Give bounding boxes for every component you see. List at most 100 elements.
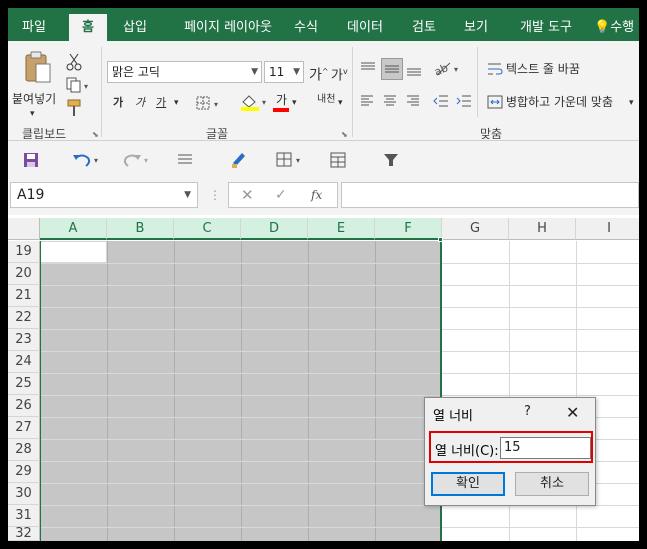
row-header-24[interactable]: 24 (8, 351, 40, 373)
row-header-20[interactable]: 20 (8, 263, 40, 285)
dialog-launcher-icon[interactable]: ⬊ (341, 130, 348, 139)
copy-icon[interactable]: ▾ (66, 77, 92, 96)
redo-icon[interactable]: ▾ (122, 152, 152, 171)
merge-center-icon[interactable] (487, 95, 503, 112)
select-all-corner[interactable] (8, 218, 40, 240)
row-header-31[interactable]: 31 (8, 505, 40, 527)
row-header-22[interactable]: 22 (8, 307, 40, 329)
tab-review[interactable]: 검토 (404, 14, 444, 41)
row-header-28[interactable]: 28 (8, 439, 40, 461)
undo-icon[interactable]: ▾ (72, 152, 102, 171)
tab-page-layout[interactable]: 페이지 레이아웃 (168, 14, 288, 41)
merge-center-button[interactable]: 병합하고 가운데 맞춤 (506, 93, 613, 111)
row-header-21[interactable]: 21 (8, 285, 40, 307)
formula-input[interactable] (341, 182, 639, 208)
table-icon[interactable] (330, 152, 346, 171)
group-separator (352, 47, 353, 137)
row-header-23[interactable]: 23 (8, 329, 40, 351)
column-header-g[interactable]: G (442, 218, 509, 240)
tab-formulas[interactable]: 수식 (286, 14, 326, 41)
column-header-f[interactable]: F (375, 218, 442, 240)
fill-handle[interactable] (438, 237, 443, 242)
row-header-19[interactable]: 19 (8, 241, 40, 263)
cancel-entry-icon[interactable]: ✕ (241, 186, 254, 204)
tab-home[interactable]: 홈 (69, 14, 107, 41)
column-header-e[interactable]: E (308, 218, 375, 240)
column-width-label: 열 너비(C): (435, 444, 499, 459)
row-header-27[interactable]: 27 (8, 417, 40, 439)
column-header-h[interactable]: H (509, 218, 576, 240)
save-icon[interactable] (23, 152, 39, 171)
align-left-icon[interactable] (360, 95, 374, 110)
align-icon[interactable] (177, 153, 193, 170)
font-size-combobox[interactable]: 11 ▼ (264, 61, 304, 83)
column-header-i[interactable]: I (576, 218, 639, 240)
column-header-d[interactable]: D (241, 218, 308, 240)
borders-icon[interactable]: ▾ (276, 152, 306, 171)
column-width-input[interactable]: 15 (500, 437, 591, 459)
column-header-a[interactable]: A (40, 218, 107, 240)
help-button[interactable]: ? (524, 404, 531, 419)
align-center-icon[interactable] (383, 95, 397, 110)
tab-insert[interactable]: 삽입 (115, 14, 155, 41)
svg-text:▾: ▾ (214, 100, 218, 109)
highlight-box: 열 너비(C): 15 (429, 431, 593, 463)
underline-button[interactable]: 가 (156, 94, 166, 112)
row-header-32[interactable]: 32 (8, 527, 40, 541)
tab-developer[interactable]: 개발 도구 (508, 14, 584, 41)
decrease-indent-icon[interactable] (433, 95, 449, 110)
border-icon[interactable]: ▾ (196, 96, 224, 113)
row-header-25[interactable]: 25 (8, 373, 40, 395)
grow-font-button[interactable]: 가^ (309, 63, 329, 85)
increase-indent-icon[interactable] (456, 95, 472, 110)
chevron-down-icon[interactable]: ▾ (174, 94, 179, 112)
column-header-c[interactable]: C (174, 218, 241, 240)
font-color-button[interactable]: 가 (276, 91, 287, 109)
tab-tell-me[interactable]: 💡수행 (594, 14, 639, 41)
align-bottom-icon[interactable] (406, 61, 422, 80)
tab-view[interactable]: 보기 (456, 14, 496, 41)
svg-text:▾: ▾ (454, 65, 458, 74)
chevron-down-icon[interactable]: ▾ (338, 94, 343, 112)
row-header-29[interactable]: 29 (8, 461, 40, 483)
gridline (308, 241, 309, 541)
wrap-text-button[interactable]: 텍스트 줄 바꿈 (506, 60, 580, 78)
name-box[interactable]: A19 ▼ (10, 182, 198, 208)
align-right-icon[interactable] (406, 95, 420, 110)
phonetic-guide-button[interactable]: 내천 (317, 91, 335, 109)
cut-icon[interactable] (66, 53, 82, 74)
format-painter-icon[interactable] (66, 99, 82, 120)
row-header-26[interactable]: 26 (8, 395, 40, 417)
cancel-button[interactable]: 취소 (515, 472, 589, 496)
dialog-launcher-icon[interactable]: ⬊ (92, 130, 99, 139)
insert-function-button[interactable]: fx (311, 186, 322, 204)
gridline (40, 329, 639, 330)
bold-button[interactable]: 가 (113, 94, 123, 112)
chevron-down-icon[interactable]: ▾ (30, 105, 35, 123)
gridline (174, 241, 175, 541)
wrap-text-icon[interactable] (487, 62, 503, 79)
gridline (375, 241, 376, 541)
chevron-down-icon[interactable]: ▾ (292, 94, 297, 112)
close-icon[interactable]: ✕ (566, 403, 579, 422)
column-header-b[interactable]: B (107, 218, 174, 240)
ok-button[interactable]: 확인 (431, 472, 505, 496)
font-name-combobox[interactable]: 맑은 고딕 ▼ (107, 61, 262, 83)
italic-button[interactable]: 가 (135, 94, 145, 112)
orientation-icon[interactable]: ab ▾ (432, 59, 464, 80)
tab-file[interactable]: 파일 (8, 14, 60, 41)
chevron-down-icon: ▼ (251, 67, 258, 77)
confirm-entry-icon[interactable]: ✓ (275, 186, 287, 204)
align-top-icon[interactable] (360, 61, 376, 78)
filter-icon[interactable] (383, 152, 399, 171)
active-cell[interactable] (40, 241, 107, 263)
row-header-30[interactable]: 30 (8, 483, 40, 505)
format-painter-icon[interactable] (230, 151, 248, 172)
tab-data[interactable]: 데이터 (340, 14, 390, 41)
fill-color-icon[interactable]: ▾ (240, 93, 270, 114)
shrink-font-button[interactable]: 가v (331, 63, 348, 85)
paste-icon[interactable] (24, 51, 52, 85)
align-middle-icon[interactable] (381, 58, 403, 80)
chevron-down-icon[interactable]: ▾ (629, 94, 634, 112)
gridline (40, 351, 639, 352)
